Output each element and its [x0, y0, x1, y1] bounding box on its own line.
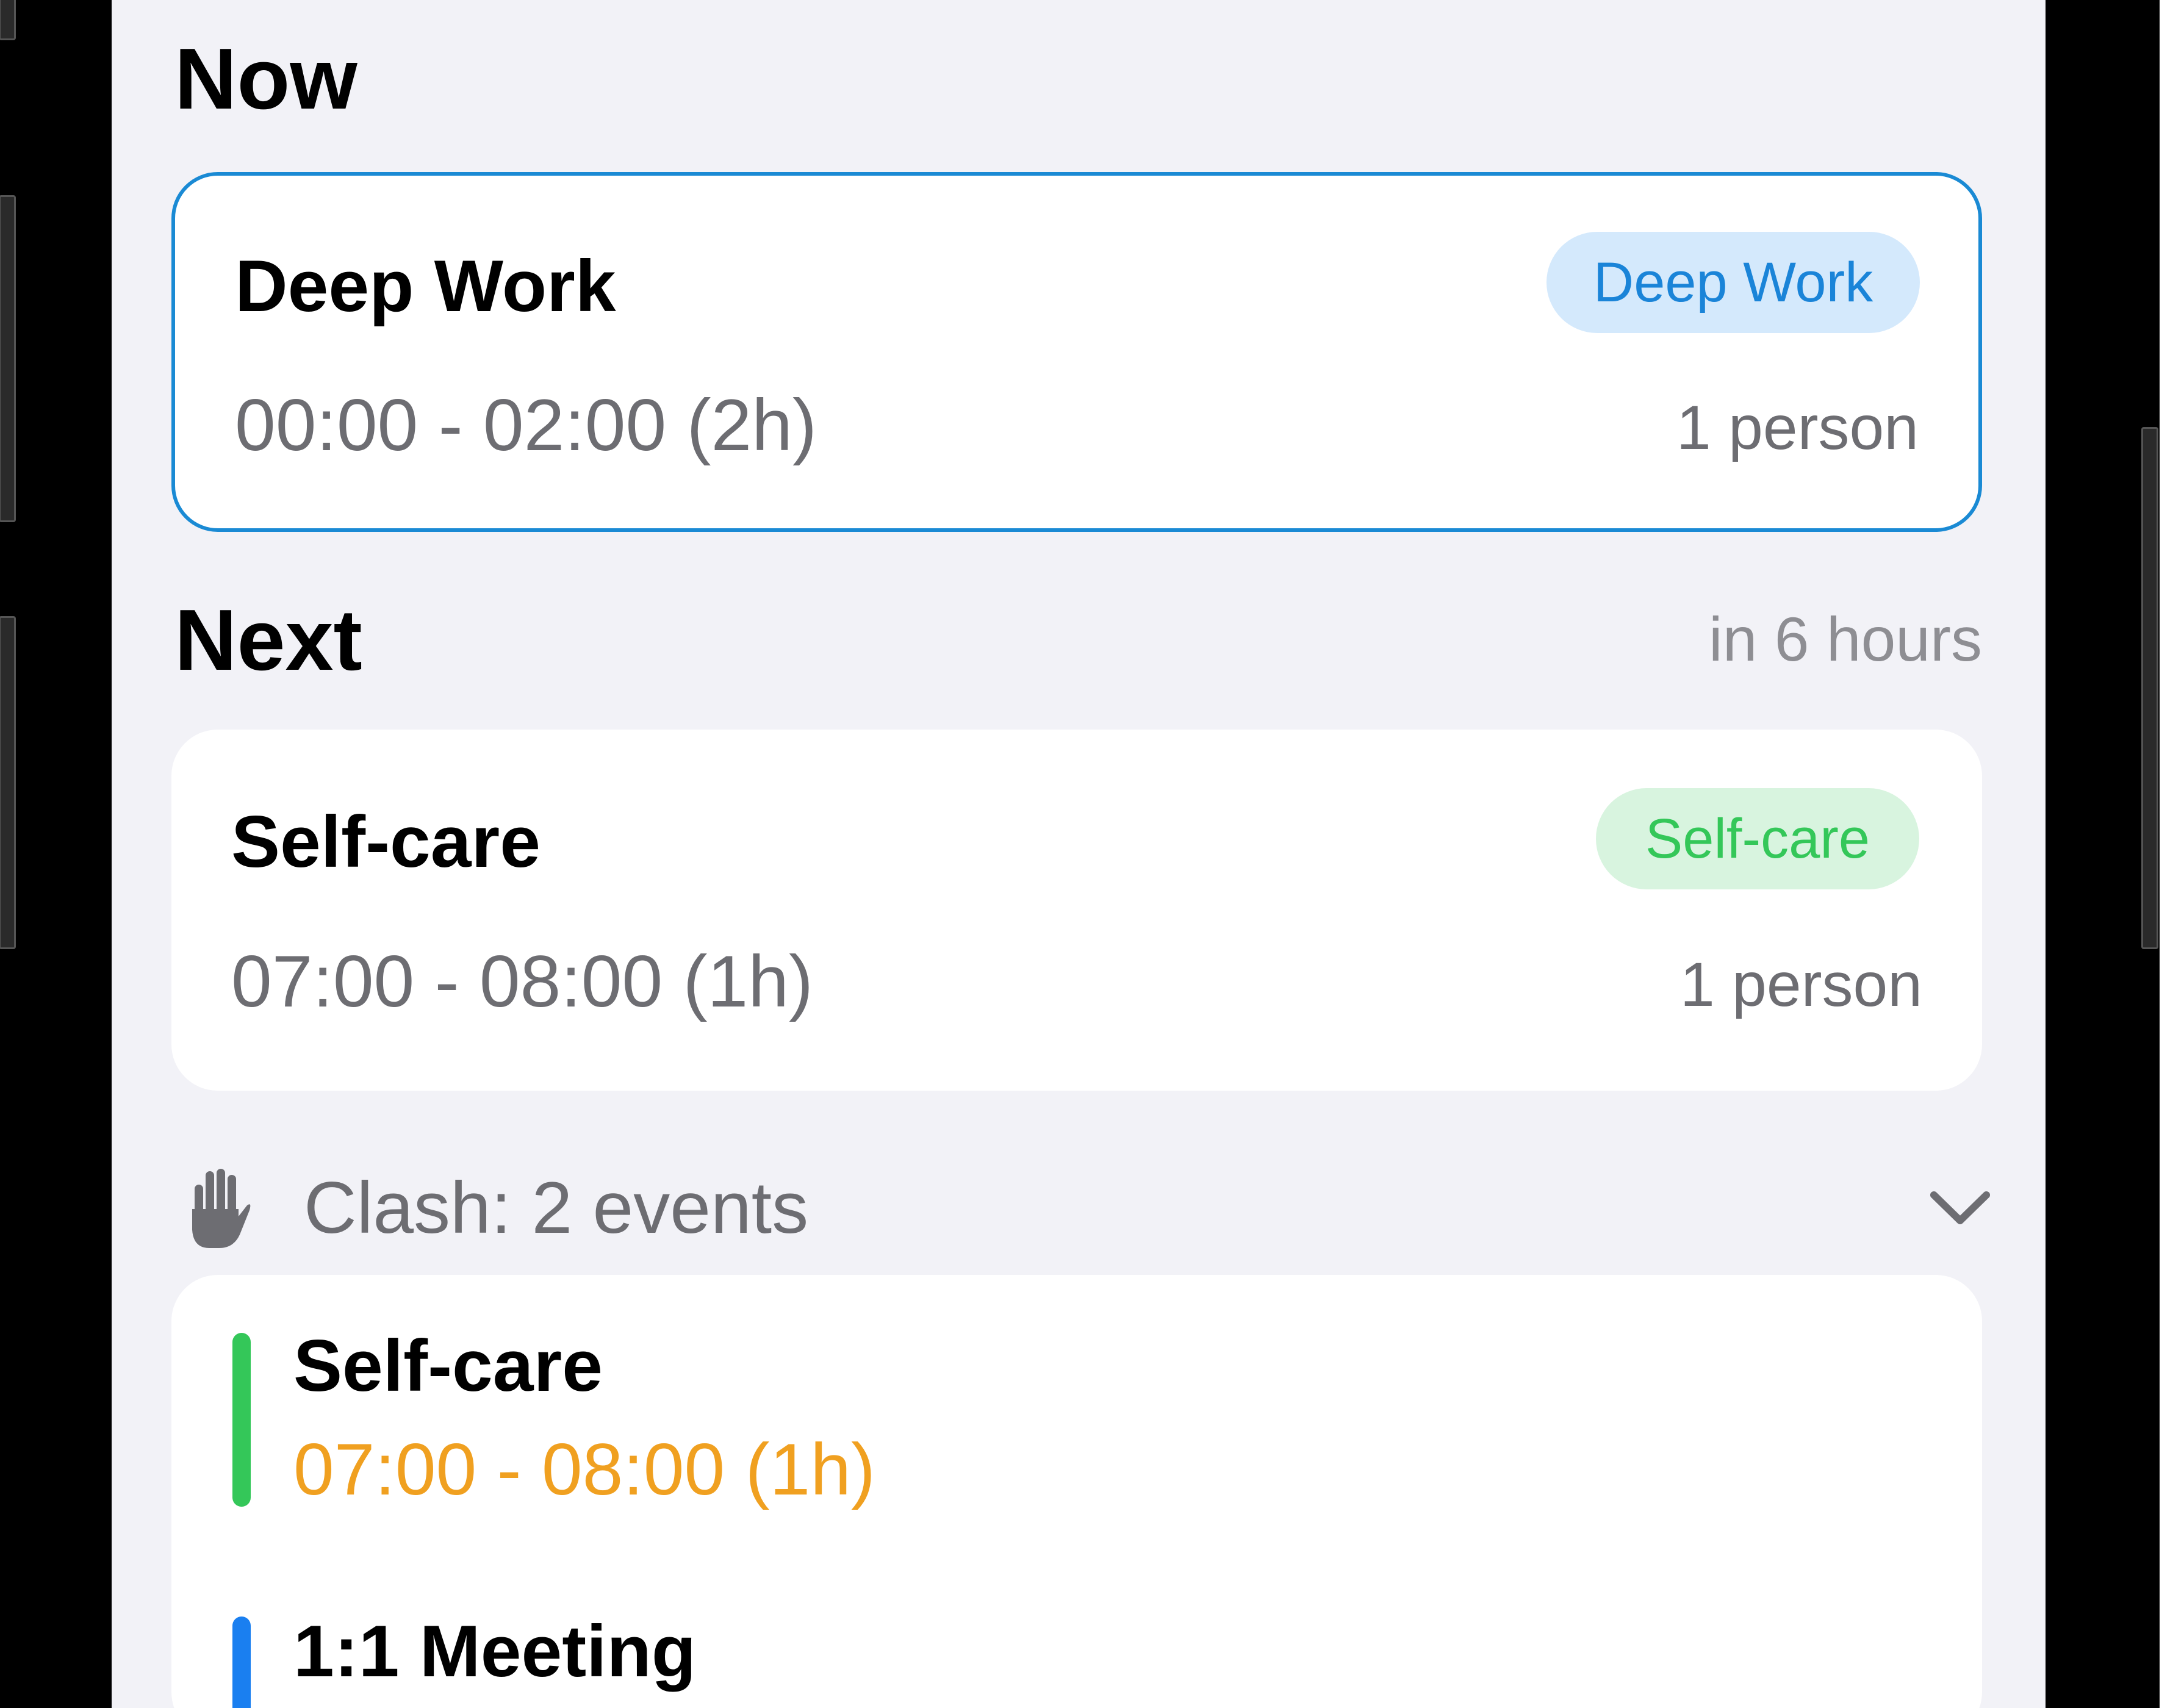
clash-events-card: Self-care 07:00 - 08:00 (1h) 1:1 Meeting	[171, 1275, 1982, 1708]
side-button-volume-down	[0, 616, 16, 949]
side-button-power	[2141, 427, 2158, 949]
clash-label: Clash: 2 events	[304, 1167, 809, 1249]
category-tag: Deep Work	[1546, 232, 1920, 333]
side-button-volume-up	[0, 195, 16, 522]
chevron-down-icon[interactable]	[1927, 1186, 1994, 1229]
side-button-silent	[0, 0, 16, 40]
clash-event-title: Self-care	[293, 1325, 603, 1407]
attendee-count: 1 person	[1676, 393, 1919, 462]
now-section-title: Now	[174, 30, 357, 127]
phone-frame: Now Deep Work Deep Work 00:00 - 02:00 (2…	[0, 0, 2160, 1708]
now-event-card[interactable]: Deep Work Deep Work 00:00 - 02:00 (2h) 1…	[171, 172, 1982, 532]
event-title: Self-care	[231, 801, 541, 883]
clash-event-title: 1:1 Meeting	[293, 1610, 697, 1692]
next-relative-time: in 6 hours	[1709, 605, 1982, 674]
clash-header[interactable]: Clash: 2 events	[112, 1165, 2046, 1250]
hand-raised-icon	[192, 1169, 251, 1248]
event-color-bar	[232, 1333, 251, 1507]
app-screen: Now Deep Work Deep Work 00:00 - 02:00 (2…	[112, 0, 2046, 1708]
next-section-title: Next	[174, 592, 362, 689]
event-time: 07:00 - 08:00 (1h)	[231, 941, 813, 1022]
clash-event-time: 07:00 - 08:00 (1h)	[293, 1429, 875, 1510]
category-tag: Self-care	[1596, 788, 1919, 889]
event-color-bar	[232, 1616, 251, 1708]
event-time: 00:00 - 02:00 (2h)	[235, 384, 817, 466]
event-title: Deep Work	[235, 245, 616, 327]
attendee-count: 1 person	[1680, 950, 1922, 1019]
next-event-card[interactable]: Self-care Self-care 07:00 - 08:00 (1h) 1…	[171, 730, 1982, 1091]
